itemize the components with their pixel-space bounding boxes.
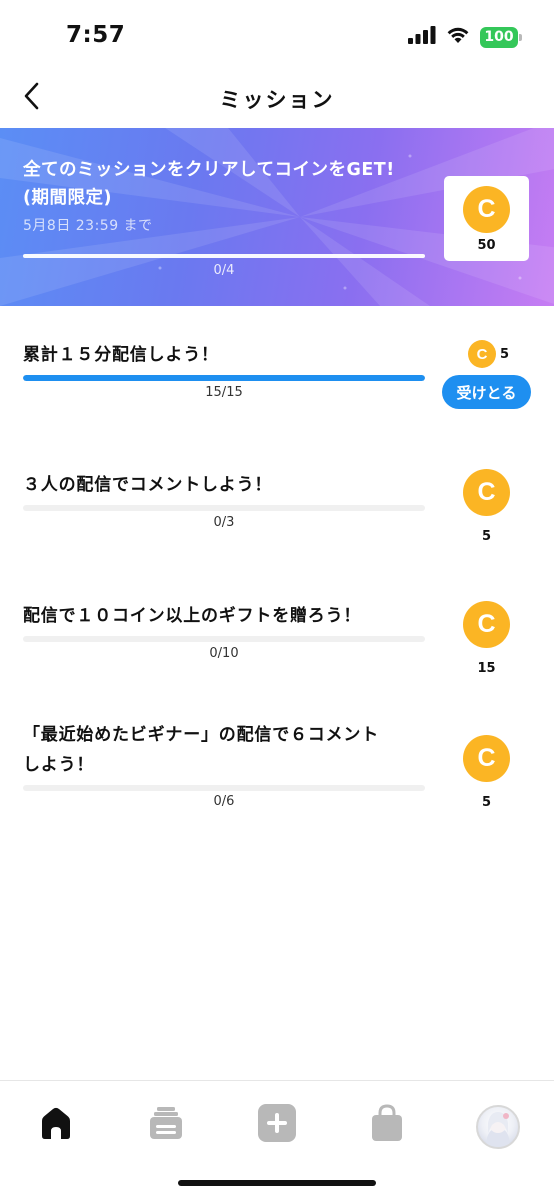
shopping-bag-icon (370, 1104, 404, 1146)
banner-progress-bar (23, 254, 425, 258)
mission-reward-amount: 5 (500, 346, 510, 362)
signal-icon (408, 26, 436, 48)
tab-shop[interactable] (367, 1104, 407, 1146)
mission-title: 配信で１０コイン以上のギフトを贈ろう！ (23, 606, 362, 626)
banner-reward-amount: 50 (477, 238, 496, 253)
claim-button[interactable]: 受けとる (442, 375, 531, 409)
page-title: ミッション (219, 88, 335, 112)
coin-icon: C (463, 735, 510, 782)
mission-title-line1: 「最近始めたビギナー」の配信で６コメント (23, 725, 379, 745)
mission-progress-bar (23, 505, 425, 511)
status-time: 7:57 (66, 22, 126, 48)
banner-title-line2: (期間限定) (23, 188, 112, 208)
coin-icon: C (463, 469, 510, 516)
tab-feed[interactable] (146, 1105, 186, 1145)
mission-progress-text: 15/15 (205, 385, 243, 400)
mission-title: 「最近始めたビギナー」の配信で６コメント しよう！ (23, 720, 423, 780)
banner-title: 全てのミッションをクリアしてコインをGET! (期間限定) (23, 156, 433, 212)
nav-bar: ミッション (0, 70, 554, 128)
plus-icon (258, 1104, 296, 1146)
mission-title-line2: しよう！ (23, 755, 95, 775)
banner-title-line1: 全てのミッションをクリアしてコインをGET! (23, 160, 395, 180)
mission-reward: C 5 (463, 469, 510, 544)
coin-icon: C (463, 186, 510, 233)
mission-reward-amount: 5 (481, 529, 492, 544)
tab-profile[interactable] (474, 1103, 522, 1151)
mission-title: ３人の配信でコメントしよう！ (23, 475, 273, 495)
home-icon (38, 1106, 74, 1144)
tab-home[interactable] (36, 1105, 76, 1145)
tab-create[interactable] (257, 1104, 297, 1146)
mission-reward: C 5 (463, 735, 510, 810)
banner-progress-text: 0/4 (213, 263, 235, 278)
mission-reward: C 15 (463, 601, 510, 676)
battery-icon: 100 (480, 26, 522, 48)
banner-deadline: 5月8日 23:59 まで (23, 218, 153, 234)
status-icons: 100 (408, 26, 522, 48)
mission-progress-text: 0/6 (213, 794, 235, 809)
mission-progress-bar (23, 785, 425, 791)
mission-progress-text: 0/10 (209, 646, 239, 661)
status-bar: 7:57 100 (0, 0, 554, 70)
mission-reward: C 5 (468, 340, 509, 368)
mission-progress-bar (23, 375, 425, 381)
coin-icon: C (468, 340, 496, 368)
mission-progress-text: 0/3 (213, 515, 235, 530)
mission-progress-fill (23, 375, 425, 381)
mission-progress-bar (23, 636, 425, 642)
coin-icon: C (463, 601, 510, 648)
home-indicator (178, 1180, 376, 1186)
campaign-banner: 全てのミッションをクリアしてコインをGET! (期間限定) 5月8日 23:59… (0, 128, 554, 306)
stack-icon (148, 1105, 184, 1145)
mission-reward-amount: 5 (481, 795, 492, 810)
mission-reward-amount: 15 (477, 661, 496, 676)
avatar (476, 1105, 520, 1149)
banner-reward-card: C 50 (444, 176, 529, 261)
mission-title: 累計１５分配信しよう！ (23, 345, 219, 365)
wifi-icon (446, 26, 470, 48)
